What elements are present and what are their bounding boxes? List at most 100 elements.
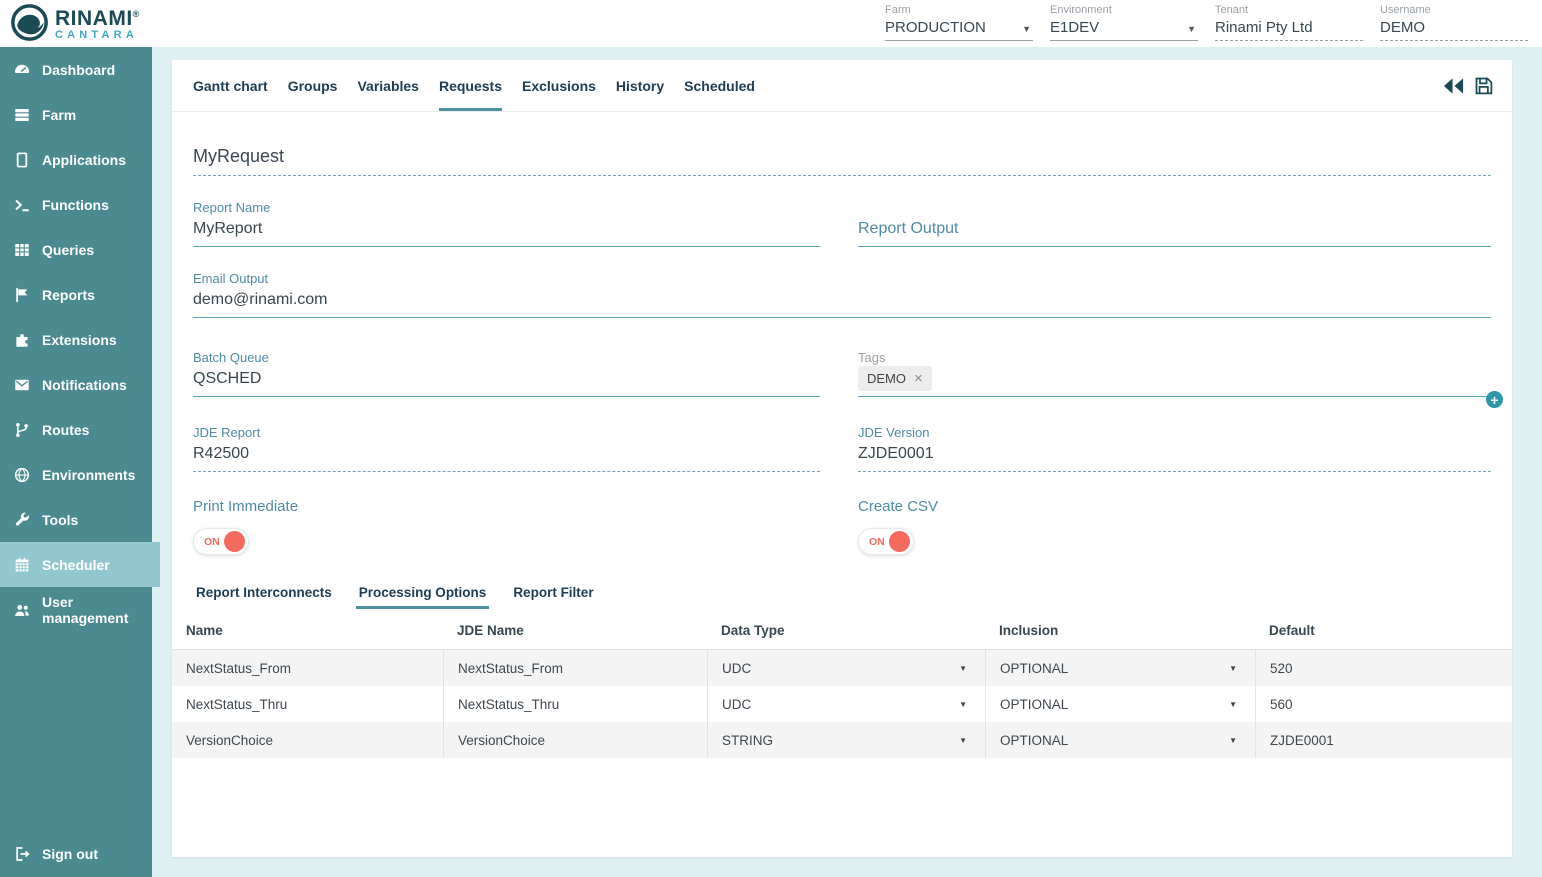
tag-chip[interactable]: DEMO ×: [858, 366, 932, 391]
farm-label: Farm: [885, 4, 1033, 16]
tenant-field[interactable]: Tenant Rinami Pty Ltd: [1215, 4, 1363, 41]
create-csv-field: Create CSV ON: [858, 498, 1491, 555]
sidebar-item-reports[interactable]: Reports: [0, 272, 152, 317]
save-icon[interactable]: [1473, 75, 1494, 96]
sidebar-item-tools[interactable]: Tools: [0, 497, 152, 542]
inclusion-select[interactable]: OPTIONAL▼: [985, 722, 1255, 758]
tab-groups[interactable]: Groups: [288, 60, 338, 111]
batch-queue-field[interactable]: Batch Queue QSCHED: [193, 350, 820, 397]
data-type-select[interactable]: STRING▼: [707, 722, 985, 758]
tools-icon: [13, 511, 31, 529]
sidebar-item-dashboard[interactable]: Dashboard: [0, 47, 152, 92]
email-output-label: Email Output: [193, 271, 1491, 286]
tab-gantt-chart[interactable]: Gantt chart: [193, 60, 268, 111]
tabs-bar: Gantt chart Groups Variables Requests Ex…: [172, 60, 1512, 112]
username-field[interactable]: Username DEMO: [1380, 4, 1528, 41]
environment-value: E1DEV: [1050, 19, 1099, 36]
report-name-field[interactable]: Report Name MyReport: [193, 200, 820, 247]
brand-logo-icon: [11, 4, 48, 41]
jde-report-field[interactable]: JDE Report R42500: [193, 425, 820, 472]
sidebar-item-functions[interactable]: Functions: [0, 182, 152, 227]
username-label: Username: [1380, 4, 1528, 16]
sidebar-item-routes[interactable]: Routes: [0, 407, 152, 452]
cell-name: VersionChoice: [172, 722, 443, 758]
functions-icon: [13, 196, 31, 214]
column-header-inclusion: Inclusion: [985, 612, 1255, 649]
toggle-knob: [224, 531, 245, 552]
email-output-field[interactable]: Email Output demo@rinami.com: [193, 271, 1491, 318]
tab-variables[interactable]: Variables: [357, 60, 419, 111]
tab-requests[interactable]: Requests: [439, 60, 502, 111]
table-header-row: Name JDE Name Data Type Inclusion Defaul…: [172, 612, 1512, 650]
batch-queue-value[interactable]: QSCHED: [193, 369, 820, 396]
farm-icon: [13, 106, 31, 124]
cell-default[interactable]: 560: [1255, 686, 1512, 722]
report-output-field[interactable]: Report Output: [858, 200, 1491, 247]
add-tag-button[interactable]: +: [1486, 391, 1503, 408]
column-header-default: Default: [1255, 612, 1512, 649]
tab-scheduled[interactable]: Scheduled: [684, 60, 755, 111]
email-output-value[interactable]: demo@rinami.com: [193, 290, 1491, 317]
print-immediate-field: Print Immediate ON: [193, 498, 820, 555]
data-type-select[interactable]: UDC▼: [707, 650, 985, 686]
dropdown-arrow-icon: ▼: [1229, 700, 1237, 709]
inclusion-select[interactable]: OPTIONAL▼: [985, 650, 1255, 686]
sidebar-item-environments[interactable]: Environments: [0, 452, 152, 497]
scheduler-request-card: Gantt chart Groups Variables Requests Ex…: [172, 60, 1512, 857]
extensions-icon: [13, 331, 31, 349]
sidebar-item-label: Sign out: [42, 846, 98, 862]
brand-logo[interactable]: RINAMI® CANTARA: [11, 4, 140, 41]
subtabs-bar: Report Interconnects Processing Options …: [193, 585, 1491, 609]
subtab-processing-options[interactable]: Processing Options: [356, 585, 490, 609]
sidebar-item-scheduler[interactable]: Scheduler: [0, 542, 160, 587]
jde-report-value[interactable]: R42500: [193, 444, 820, 471]
report-output-label-spacer: [858, 200, 1491, 215]
sidebar-item-queries[interactable]: Queries: [0, 227, 152, 272]
sidebar-item-label: User management: [42, 594, 152, 626]
farm-value: PRODUCTION: [885, 19, 986, 36]
inclusion-select[interactable]: OPTIONAL▼: [985, 686, 1255, 722]
data-type-select[interactable]: UDC▼: [707, 686, 985, 722]
create-csv-toggle[interactable]: ON: [858, 528, 914, 555]
sidebar-item-user-management[interactable]: User management: [0, 587, 152, 632]
dropdown-arrow-icon[interactable]: ▼: [1187, 24, 1196, 34]
sidebar-item-sign-out[interactable]: Sign out: [0, 831, 152, 876]
cell-default[interactable]: 520: [1255, 650, 1512, 686]
toggle-state-text: ON: [869, 536, 885, 548]
sidebar-item-notifications[interactable]: Notifications: [0, 362, 152, 407]
jde-version-field[interactable]: JDE Version ZJDE0001: [858, 425, 1491, 472]
environment-select[interactable]: Environment E1DEV▼: [1050, 4, 1198, 41]
sidebar-item-label: Notifications: [42, 377, 127, 393]
username-value: DEMO: [1380, 19, 1425, 36]
queries-icon: [13, 241, 31, 259]
batch-queue-label: Batch Queue: [193, 350, 820, 365]
tab-exclusions[interactable]: Exclusions: [522, 60, 596, 111]
farm-select[interactable]: Farm PRODUCTION ▼: [885, 4, 1033, 41]
header-context-fields: Farm PRODUCTION▼ Environment E1DEV▼ Tena…: [885, 4, 1528, 41]
create-csv-label: Create CSV: [858, 498, 1491, 515]
report-name-value[interactable]: MyReport: [193, 219, 820, 246]
print-immediate-toggle[interactable]: ON: [193, 528, 249, 555]
sidebar-item-label: Applications: [42, 152, 126, 168]
cell-default[interactable]: ZJDE0001: [1255, 722, 1512, 758]
jde-version-value[interactable]: ZJDE0001: [858, 444, 1491, 471]
request-form: MyRequest Report Name MyReport Report Ou…: [172, 146, 1512, 758]
reports-icon: [13, 286, 31, 304]
close-icon[interactable]: ×: [914, 372, 923, 385]
request-name-input[interactable]: MyRequest: [193, 146, 1491, 176]
dropdown-arrow-icon[interactable]: ▼: [1022, 24, 1031, 34]
brand-name: RINAMI®: [55, 4, 140, 29]
sign-out-icon: [13, 845, 31, 863]
subtab-report-interconnects[interactable]: Report Interconnects: [193, 585, 335, 609]
tags-field[interactable]: Tags DEMO ×: [858, 350, 1491, 397]
rewind-icon[interactable]: [1442, 76, 1465, 96]
subtab-report-filter[interactable]: Report Filter: [510, 585, 596, 609]
sidebar-item-label: Farm: [42, 107, 76, 123]
dropdown-arrow-icon: ▼: [959, 664, 967, 673]
sidebar-item-extensions[interactable]: Extensions: [0, 317, 152, 362]
tab-history[interactable]: History: [616, 60, 664, 111]
sidebar-item-farm[interactable]: Farm: [0, 92, 152, 137]
report-name-label: Report Name: [193, 200, 820, 215]
report-output-value[interactable]: Report Output: [858, 219, 1491, 246]
sidebar-item-applications[interactable]: Applications: [0, 137, 152, 182]
